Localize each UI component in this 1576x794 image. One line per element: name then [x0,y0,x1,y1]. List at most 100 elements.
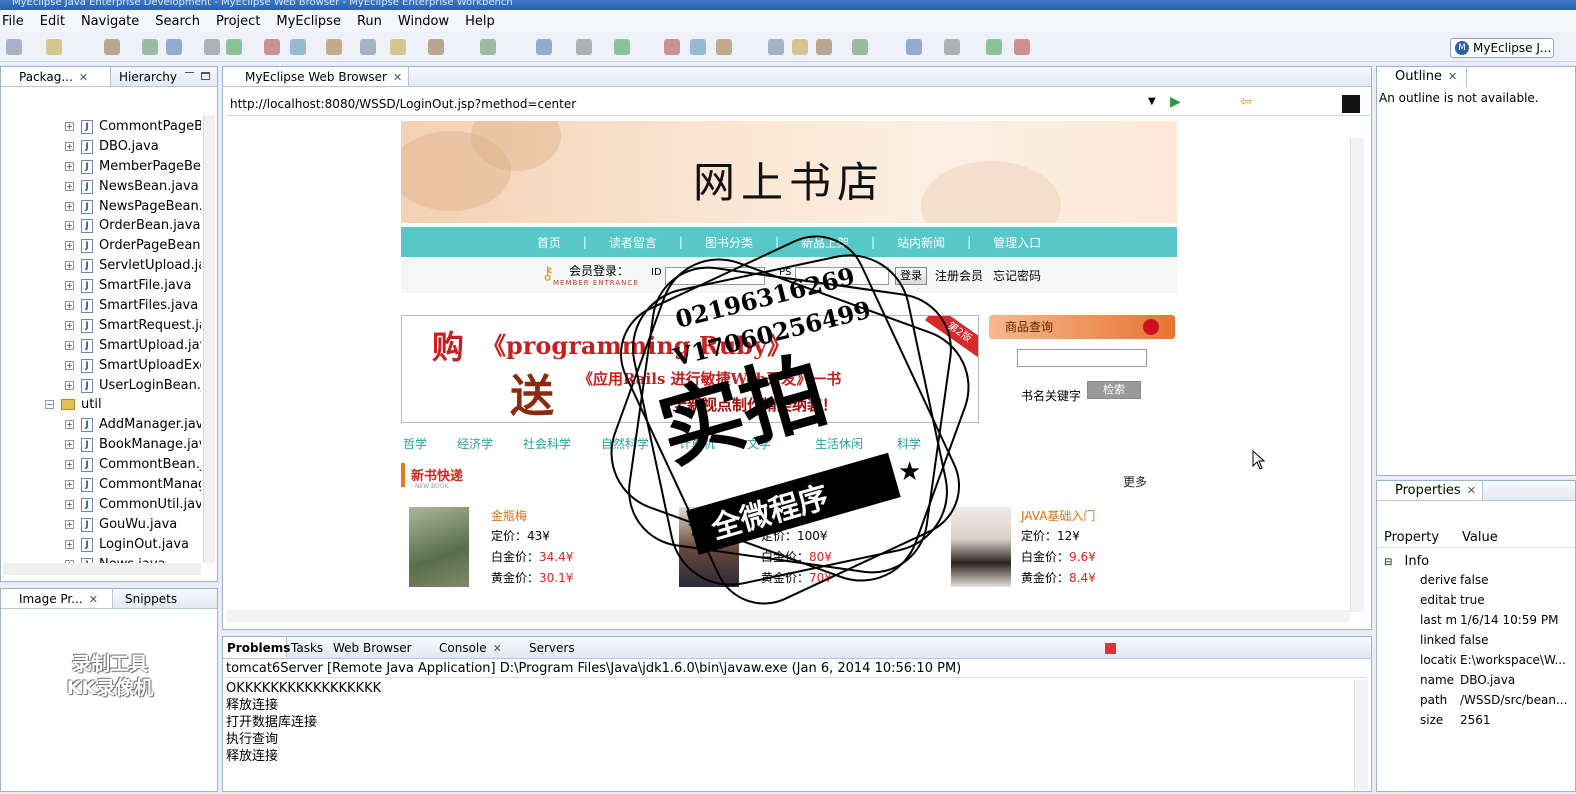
tree-file[interactable]: + J CommonUtil.java [3,495,201,515]
tree-file[interactable]: + J SmartFiles.java [3,296,201,316]
expand-icon[interactable]: + [65,141,74,151]
tree-hscrollbar[interactable] [3,563,201,575]
category-link[interactable]: 生活休闲 [815,435,863,452]
menu-edit[interactable]: Edit [32,14,73,29]
tree-file[interactable]: + J OrderBean.java [3,216,201,236]
category-link[interactable]: 文学 [747,435,771,452]
toolbar-icon[interactable] [576,39,592,55]
toolbar-icon[interactable] [906,39,922,55]
tree-file[interactable]: + J ServletUpload.jav [3,256,201,276]
toolbar-icon[interactable] [792,39,808,55]
tab-console[interactable]: Console ✕ [421,637,502,658]
tree-file[interactable]: + J SmartFile.java [3,276,201,296]
expand-icon[interactable]: + [65,499,74,509]
expand-icon[interactable]: + [65,181,74,191]
tree-file[interactable]: + J OrderPageBean.ja [3,236,201,256]
expand-icon[interactable]: + [65,440,74,450]
stop-icon[interactable] [1342,95,1360,113]
more-link[interactable]: 更多 [1123,473,1147,490]
tree-file[interactable]: + J BookManage.java [3,435,201,455]
tab-properties[interactable]: Properties ✕ [1377,481,1483,500]
toolbar-icon[interactable] [664,39,680,55]
terminate-icon[interactable] [1105,643,1116,654]
tab-problems[interactable]: Problems [223,637,290,658]
dropdown-icon[interactable]: ▼ [1148,96,1156,107]
tree-file[interactable]: + J SmartRequest.java [3,316,201,336]
forgot-password-link[interactable]: 忘记密码 [993,267,1041,284]
tab-servers[interactable]: Servers [513,637,575,658]
tab-package-explorer[interactable]: Packag... ✕ [1,67,111,86]
toolbar-icon[interactable] [290,39,306,55]
expand-icon[interactable]: + [65,201,74,211]
menu-navigate[interactable]: Navigate [73,14,147,29]
toolbar-icon[interactable] [852,39,868,55]
toolbar-icon[interactable] [816,39,832,55]
close-icon[interactable]: ✕ [1467,484,1476,497]
category-link[interactable]: 社会科学 [523,435,571,452]
expand-icon[interactable]: + [65,281,74,291]
promo-banner[interactable]: 购 《programming Ruby》 送 《应用Rails 进行敏捷Web开… [401,315,979,423]
tree-file[interactable]: + J UserLoginBean.ja [3,376,201,396]
close-icon[interactable]: ✕ [393,71,402,84]
toolbar-icon[interactable] [360,39,376,55]
toolbar-icon[interactable] [944,39,960,55]
toolbar-icon[interactable] [104,39,120,55]
toolbar-icon[interactable] [536,39,552,55]
toolbar-icon[interactable] [142,39,158,55]
close-icon[interactable]: ✕ [1448,70,1457,83]
tree-file[interactable]: + J NewsPageBean.ja [3,197,201,217]
category-link[interactable]: 计算机 [679,435,715,452]
collapse-icon[interactable]: − [45,400,54,410]
expand-icon[interactable]: + [65,161,74,171]
maximize-icon[interactable] [201,72,210,80]
menu-search[interactable]: Search [147,14,208,29]
go-icon[interactable]: ▶ [1170,94,1181,110]
menu-help[interactable]: Help [457,14,503,29]
tree-file[interactable]: + J DBO.java [3,137,201,157]
toolbar-icon[interactable] [480,39,496,55]
expand-icon[interactable]: + [65,261,74,271]
tree-file[interactable]: + J LoginOut.java [3,535,201,555]
search-button[interactable]: 检索 [1087,381,1141,399]
category-link[interactable]: 经济学 [457,435,493,452]
login-button[interactable]: 登录 [895,267,927,285]
url-input[interactable] [230,95,1158,113]
book-cover[interactable] [409,507,469,587]
nav-link[interactable]: 读者留言 [609,234,657,251]
expand-icon[interactable]: + [65,221,74,231]
category-link[interactable]: 科学 [897,435,921,452]
collapse-icon[interactable]: ⊟ [1384,557,1392,568]
close-icon[interactable]: ✕ [493,642,502,655]
tree-file[interactable]: + J CommontPageBe [3,117,201,137]
password-input[interactable] [795,267,889,285]
toolbar-icon[interactable] [690,39,706,55]
menu-run[interactable]: Run [349,14,390,29]
tree-file[interactable]: + J AddManager.java [3,415,201,435]
expand-icon[interactable]: + [65,241,74,251]
nav-link[interactable]: 首页 [537,234,561,251]
tree-file[interactable]: + J SmartUploadExce [3,356,201,376]
tab-image-preview[interactable]: Image Pr... ✕ [1,589,113,608]
nav-link[interactable]: 新品上架 [801,234,849,251]
book-cover[interactable] [951,507,1011,587]
tree-file[interactable]: + J CommontManage [3,475,201,495]
properties-group-info[interactable]: ⊟ Info [1384,552,1429,572]
tab-web-browser-bottom[interactable]: Web Browser [331,637,412,658]
expand-icon[interactable]: + [65,301,74,311]
tab-tasks[interactable]: Tasks [289,637,323,658]
id-input[interactable] [665,267,765,285]
tab-outline[interactable]: Outline ✕ [1377,67,1467,87]
expand-icon[interactable]: + [65,480,74,490]
nav-link[interactable]: 站内新闻 [897,234,945,251]
toolbar-icon[interactable] [204,39,220,55]
expand-icon[interactable]: + [65,460,74,470]
nav-link[interactable]: 图书分类 [705,234,753,251]
expand-icon[interactable]: + [65,320,74,330]
console-scrollbar[interactable] [1354,680,1368,790]
nav-link[interactable]: 管理入口 [993,234,1041,251]
close-icon[interactable]: ✕ [79,71,88,84]
menu-window[interactable]: Window [390,14,457,29]
toolbar-icon[interactable] [46,39,62,55]
toolbar-icon[interactable] [326,39,342,55]
tree-scrollbar[interactable] [203,115,215,563]
